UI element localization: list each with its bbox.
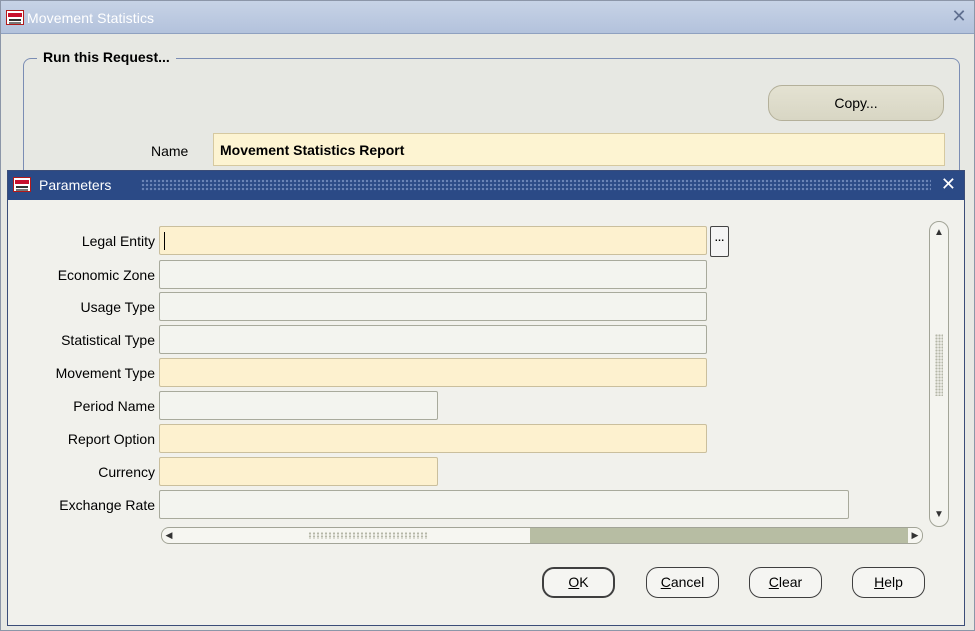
period-name-label: Period Name	[73, 398, 155, 414]
currency-label: Currency	[98, 464, 155, 480]
clear-button[interactable]: Clear	[749, 567, 822, 598]
scroll-right-icon[interactable]: ▶	[908, 528, 922, 543]
movement-statistics-window: Movement Statistics ✕ Run this Request..…	[0, 0, 975, 631]
help-label-rest: elp	[884, 574, 903, 590]
report-option-label: Report Option	[67, 431, 155, 447]
horizontal-scroll-thumb[interactable]	[176, 528, 530, 543]
cancel-label-rest: ancel	[670, 574, 705, 590]
help-button[interactable]: Help	[852, 567, 925, 598]
oracle-logo-icon	[6, 10, 24, 25]
legal-entity-lov-button[interactable]: …	[710, 226, 729, 257]
statistical-type-label: Statistical Type	[61, 332, 155, 348]
economic-zone-label: Economic Zone	[57, 267, 155, 283]
clear-mnemonic: C	[768, 574, 779, 590]
ok-button[interactable]: OK	[542, 567, 615, 598]
statistical-type-field[interactable]	[159, 325, 707, 354]
usage-type-label: Usage Type	[80, 299, 155, 315]
window-title: Movement Statistics	[27, 10, 155, 26]
scroll-left-icon[interactable]: ◀	[162, 528, 176, 543]
help-mnemonic: H	[874, 574, 885, 590]
economic-zone-field[interactable]	[159, 260, 707, 289]
ok-label-rest: K	[579, 574, 589, 590]
request-name-field[interactable]: Movement Statistics Report	[213, 133, 945, 166]
scroll-grip	[308, 532, 428, 539]
window-titlebar[interactable]: Movement Statistics ✕	[1, 1, 974, 34]
request-name-label: Name	[151, 143, 189, 159]
cancel-mnemonic: C	[660, 574, 671, 590]
usage-type-field[interactable]	[159, 292, 707, 321]
parameters-dialog: Parameters ✕ Legal Entity … Economic Zon…	[7, 170, 965, 626]
window-close-icon[interactable]: ✕	[950, 7, 968, 25]
run-request-group-title: Run this Request...	[37, 49, 176, 65]
parameters-titlebar[interactable]: Parameters ✕	[8, 171, 964, 200]
report-option-field[interactable]	[159, 424, 707, 453]
currency-field[interactable]	[159, 457, 438, 486]
movement-type-field[interactable]	[159, 358, 707, 387]
titlebar-grip	[141, 179, 931, 191]
exchange-rate-field[interactable]	[159, 490, 849, 519]
scroll-down-icon[interactable]: ▼	[930, 506, 948, 524]
cancel-button[interactable]: Cancel	[646, 567, 719, 598]
horizontal-scrollbar[interactable]: ◀ ▶	[161, 527, 923, 544]
movement-type-label: Movement Type	[55, 365, 155, 381]
oracle-logo-icon	[13, 177, 31, 192]
parameters-title: Parameters	[39, 177, 112, 193]
text-cursor	[164, 232, 165, 250]
clear-label-rest: lear	[778, 574, 803, 590]
ok-mnemonic: O	[568, 574, 580, 590]
scroll-grip	[935, 334, 943, 396]
period-name-field[interactable]	[159, 391, 438, 420]
copy-button[interactable]: Copy...	[768, 85, 944, 121]
parameters-close-icon[interactable]: ✕	[941, 174, 956, 195]
legal-entity-label: Legal Entity	[81, 233, 155, 249]
exchange-rate-label: Exchange Rate	[59, 497, 155, 513]
scroll-up-icon[interactable]: ▲	[930, 224, 948, 242]
vertical-scrollbar[interactable]: ▲ ▼	[929, 221, 949, 527]
legal-entity-field[interactable]	[159, 226, 707, 255]
